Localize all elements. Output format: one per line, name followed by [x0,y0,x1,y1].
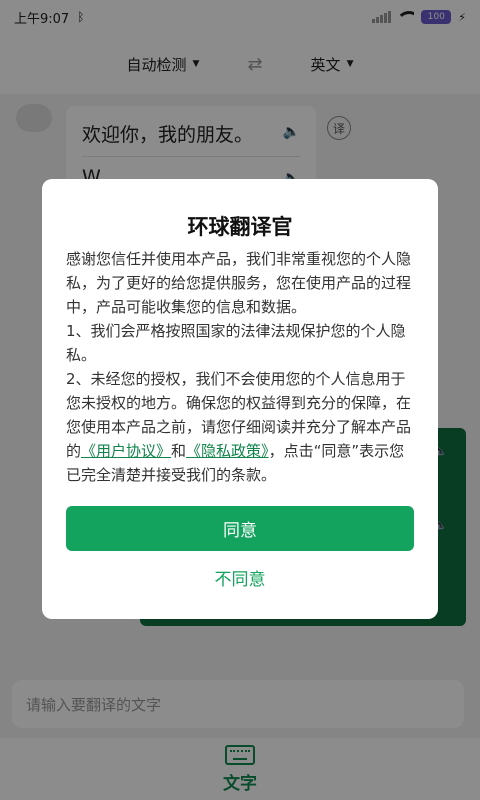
dialog-item-2: 2、未经您的授权，我们不会使用您的个人信息用于您未授权的地方。确保您的权益得到充… [66,367,418,487]
agree-button[interactable]: 同意 [66,506,414,551]
dialog-body: 感谢您信任并使用本产品，我们非常重视您的个人隐私，为了更好的给您提供服务，您在使… [66,247,418,487]
dialog-item-1: 1、我们会严格按照国家的法律法规保护您的个人隐私。 [66,322,406,364]
dialog-intro: 感谢您信任并使用本产品，我们非常重视您的个人隐私，为了更好的给您提供服务，您在使… [66,250,412,316]
privacy-dialog: 环球翻译官 感谢您信任并使用本产品，我们非常重视您的个人隐私，为了更好的给您提供… [42,179,438,619]
and-text: 和 [171,442,187,460]
privacy-policy-link[interactable]: 《隐私政策》 [186,442,269,460]
disagree-button[interactable]: 不同意 [42,565,438,590]
dialog-title: 环球翻译官 [187,215,293,239]
user-agreement-link[interactable]: 《用户协议》 [81,442,171,460]
